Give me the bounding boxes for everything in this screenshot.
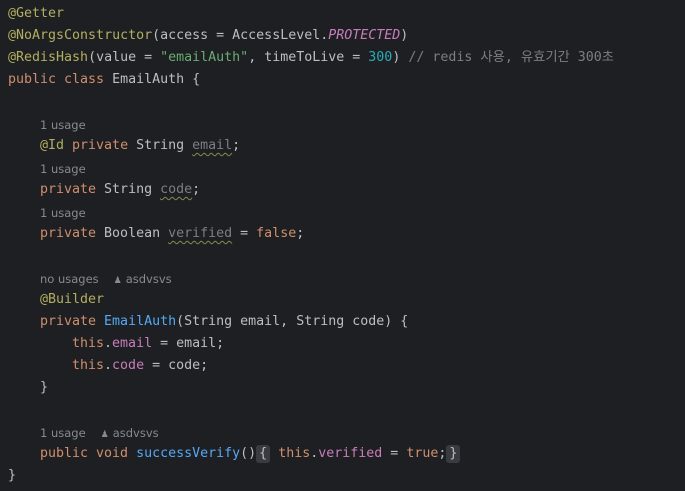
usage-count: 1 usage: [40, 162, 86, 176]
code-text: ;: [192, 182, 201, 197]
code-line-email-field[interactable]: @Id private String email;: [40, 135, 240, 157]
author-name: asdvsvs: [112, 426, 159, 440]
code-text: (String email, String code) {: [176, 314, 409, 329]
usage-hint-email[interactable]: 1 usage: [40, 116, 86, 134]
constant-protected: PROTECTED: [328, 28, 401, 43]
code-line-code-field[interactable]: private String code;: [40, 179, 200, 201]
keyword-this: this: [72, 358, 105, 373]
code-text: = code;: [144, 358, 209, 373]
author-hint[interactable]: ♟ asdvsvs: [100, 426, 159, 440]
code-line-redis-hash[interactable]: @RedisHash(value = "emailAuth", timeToLi…: [8, 47, 614, 69]
code-line-assign-code[interactable]: this.code = code;: [72, 355, 208, 377]
type-name: Boolean: [104, 226, 169, 241]
boolean-literal: true: [406, 446, 439, 461]
keyword: private: [40, 182, 105, 197]
field-name-code: code: [160, 182, 193, 197]
usage-count: no usages: [40, 272, 99, 286]
code-text: ;: [232, 138, 241, 153]
usage-hint-verified[interactable]: 1 usage: [40, 204, 86, 222]
code-line-assign-email[interactable]: this.email = email;: [72, 333, 224, 355]
keyword: public void: [40, 446, 137, 461]
code-text: (value =: [88, 50, 161, 65]
field-name-email: email: [192, 138, 233, 153]
code-text: =: [232, 226, 257, 241]
code-line-getter[interactable]: @Getter: [8, 3, 64, 25]
class-name: EmailAuth {: [112, 72, 201, 87]
code-text: (access = AccessLevel.: [152, 28, 329, 43]
code-text: ): [400, 28, 409, 43]
annotation-no-args-constructor: @NoArgsConstructor: [8, 28, 153, 43]
string-literal: "emailAuth": [160, 50, 249, 65]
code-line-no-args-constructor[interactable]: @NoArgsConstructor(access = AccessLevel.…: [8, 25, 408, 47]
keyword-this: this: [72, 336, 105, 351]
usage-count: 1 usage: [40, 206, 86, 220]
code-text: ;: [438, 446, 447, 461]
person-icon: ♟: [100, 430, 109, 440]
usage-count: 1 usage: [40, 426, 86, 440]
fold-marker-close[interactable]: }: [446, 445, 461, 463]
annotation-id: @Id: [40, 138, 73, 153]
code-line-class-declaration[interactable]: public class EmailAuth {: [8, 69, 200, 91]
code-editor[interactable]: @Getter @NoArgsConstructor(access = Acce…: [0, 0, 685, 491]
code-text: .: [104, 358, 113, 373]
author-name: asdvsvs: [125, 272, 172, 286]
keyword: private: [40, 314, 105, 329]
code-comment: // redis 사용, 유효기간 300초: [408, 50, 615, 65]
person-icon: ♟: [113, 276, 122, 286]
code-line-verified-field[interactable]: private Boolean verified = false;: [40, 223, 304, 245]
type-name: String: [136, 138, 193, 153]
method-name: successVerify: [136, 446, 241, 461]
code-text: ): [392, 50, 409, 65]
code-line-constructor-close[interactable]: }: [40, 377, 48, 399]
field-name-verified: verified: [168, 226, 233, 241]
usage-hint-code[interactable]: 1 usage: [40, 160, 86, 178]
usage-hint-method[interactable]: 1 usage ♟ asdvsvs: [40, 424, 159, 442]
code-text: =: [382, 446, 407, 461]
fold-marker-open[interactable]: {: [256, 445, 271, 463]
author-hint[interactable]: ♟ asdvsvs: [113, 272, 172, 286]
code-line-constructor[interactable]: private EmailAuth(String email, String c…: [40, 311, 408, 333]
code-line-builder[interactable]: @Builder: [40, 289, 104, 311]
field-ref: code: [112, 358, 145, 373]
closing-brace: }: [40, 380, 49, 395]
closing-brace: }: [8, 468, 17, 483]
annotation-redis-hash: @RedisHash: [8, 50, 89, 65]
field-ref: verified: [318, 446, 383, 461]
boolean-literal: false: [256, 226, 297, 241]
keyword: public class: [8, 72, 113, 87]
code-line-class-close[interactable]: }: [8, 465, 16, 487]
code-text: ;: [296, 226, 305, 241]
annotation-builder: @Builder: [40, 292, 105, 307]
code-line-success-verify[interactable]: public void successVerify(){ this.verifi…: [40, 443, 461, 465]
code-text: = email;: [152, 336, 225, 351]
type-name: String: [104, 182, 161, 197]
usage-hint-constructor[interactable]: no usages ♟ asdvsvs: [40, 270, 172, 288]
annotation-getter: @Getter: [8, 6, 65, 21]
keyword: private: [72, 138, 137, 153]
keyword-this: this: [278, 446, 311, 461]
number-literal: 300: [368, 50, 393, 65]
code-text: , timeToLive =: [248, 50, 369, 65]
field-ref: email: [112, 336, 153, 351]
keyword: private: [40, 226, 105, 241]
constructor-name: EmailAuth: [104, 314, 177, 329]
code-text: .: [104, 336, 113, 351]
code-text: (): [240, 446, 257, 461]
usage-count: 1 usage: [40, 118, 86, 132]
